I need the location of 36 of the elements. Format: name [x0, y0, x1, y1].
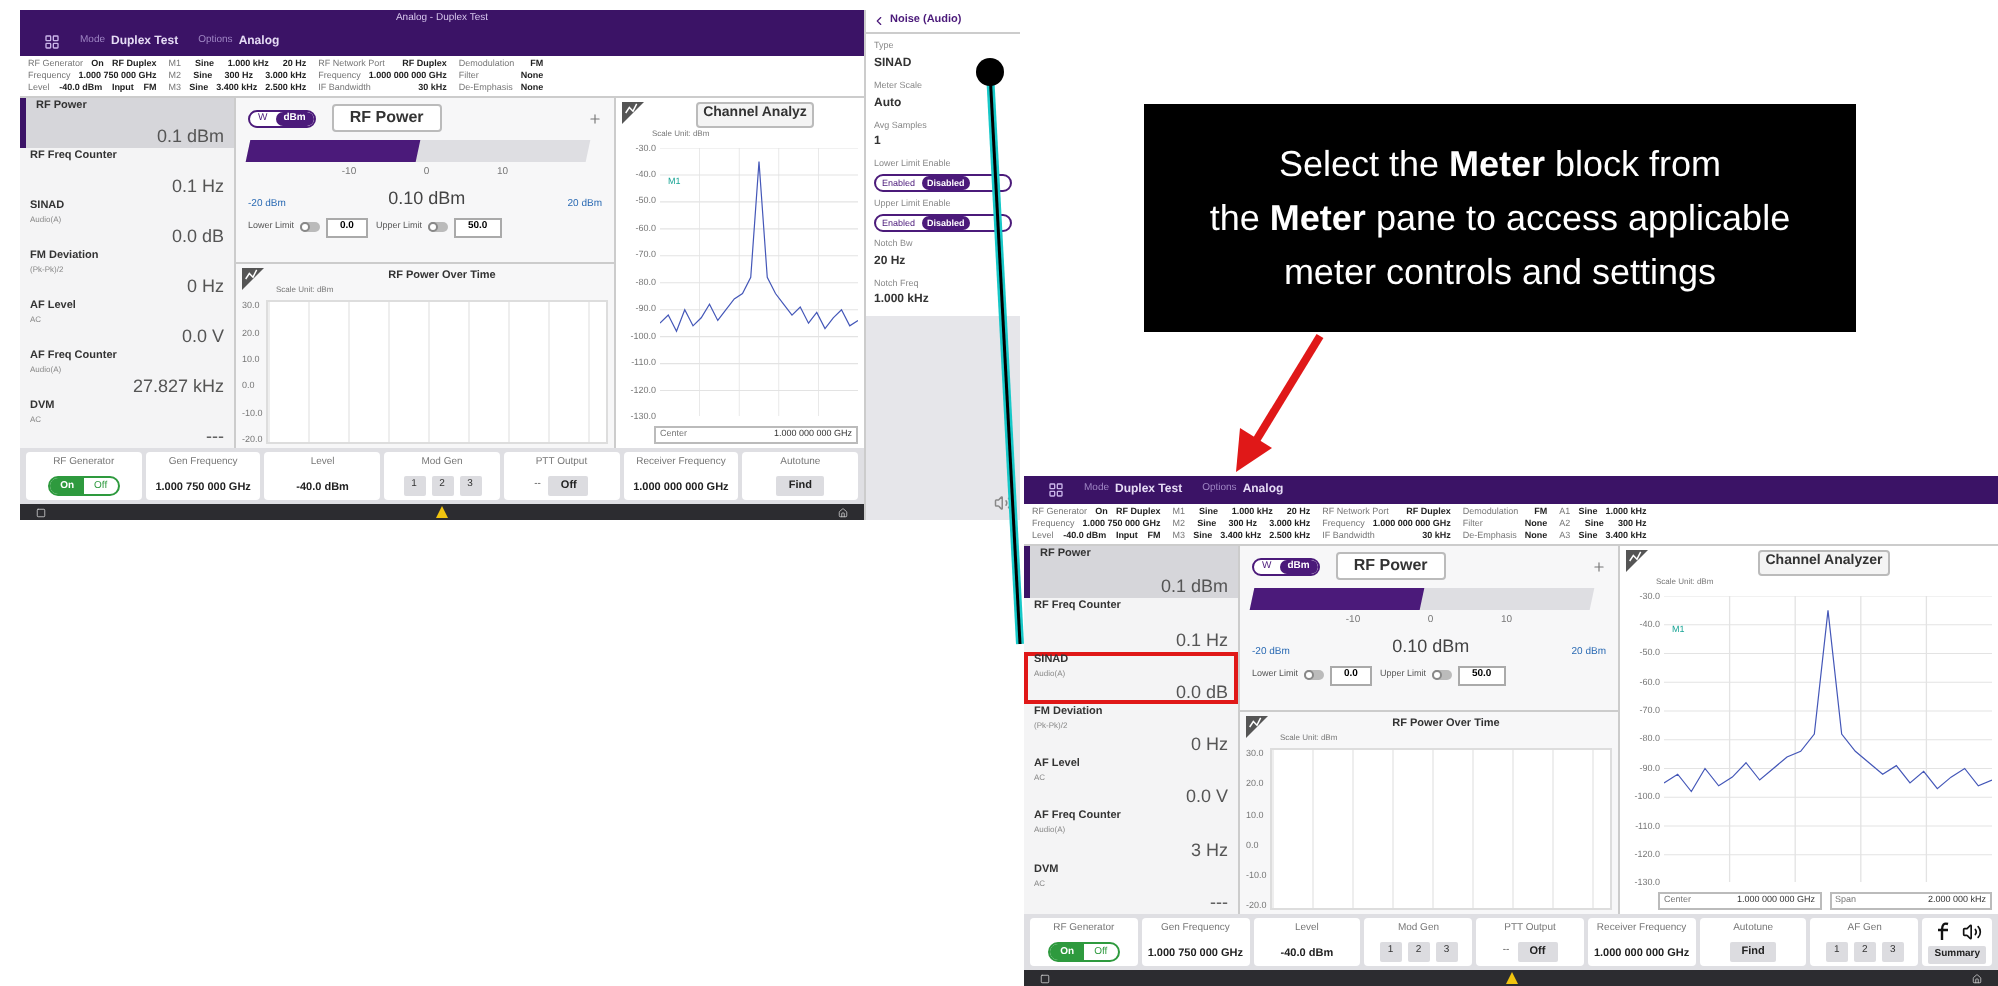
limit-switch[interactable] [1431, 670, 1452, 681]
window-icon[interactable] [36, 507, 46, 517]
meter-reading: 0.0 V [181, 326, 224, 346]
meter-reading: 0.1 Hz [171, 176, 224, 196]
block-title: RF Power [331, 104, 442, 132]
pointer-arrow [1236, 333, 1324, 472]
meter-reading: 3 Hz [1190, 839, 1228, 860]
meter-reading: 0.1 dBm [1160, 576, 1228, 597]
chart-corner-icon [242, 268, 264, 290]
chart-corner-icon [1246, 716, 1268, 738]
meter-reading: --- [206, 426, 224, 446]
speaker-icon[interactable] [994, 494, 1012, 512]
meter-reading: 0.0 V [1185, 786, 1228, 807]
limit-switch[interactable] [427, 222, 448, 233]
meter-reading: 0.0 dB [171, 226, 224, 246]
home-icon[interactable] [838, 507, 848, 517]
limit-switch[interactable] [1304, 670, 1325, 681]
callout-text: Select the Meter block from the Meter pane to access applicable meter controls and settings [1209, 141, 1791, 296]
meter-reading: 0.1 dBm [156, 126, 224, 146]
menu-grid-icon[interactable] [1048, 482, 1064, 498]
power-reading: 0.10 dBm [1392, 633, 1470, 659]
meter-reading: 0 Hz [1190, 734, 1228, 755]
function-icon[interactable] [1933, 921, 1954, 941]
window-icon[interactable] [1040, 973, 1050, 983]
menu-grid-icon[interactable] [44, 34, 60, 50]
meter-reading: --- [1210, 891, 1228, 912]
meter-reading: 0 Hz [186, 276, 224, 296]
meter-reading: 27.827 kHz [132, 376, 224, 396]
back-icon[interactable] [872, 14, 886, 28]
meter-reading: 0.0 dB [1175, 681, 1228, 702]
limit-switch[interactable] [300, 222, 321, 233]
block-title: RF Power [1335, 552, 1446, 580]
meter-reading: 0.1 Hz [1175, 629, 1228, 650]
speaker-icon[interactable] [1961, 921, 1982, 941]
home-icon[interactable] [1972, 973, 1982, 983]
power-reading: 0.10 dBm [388, 185, 466, 211]
